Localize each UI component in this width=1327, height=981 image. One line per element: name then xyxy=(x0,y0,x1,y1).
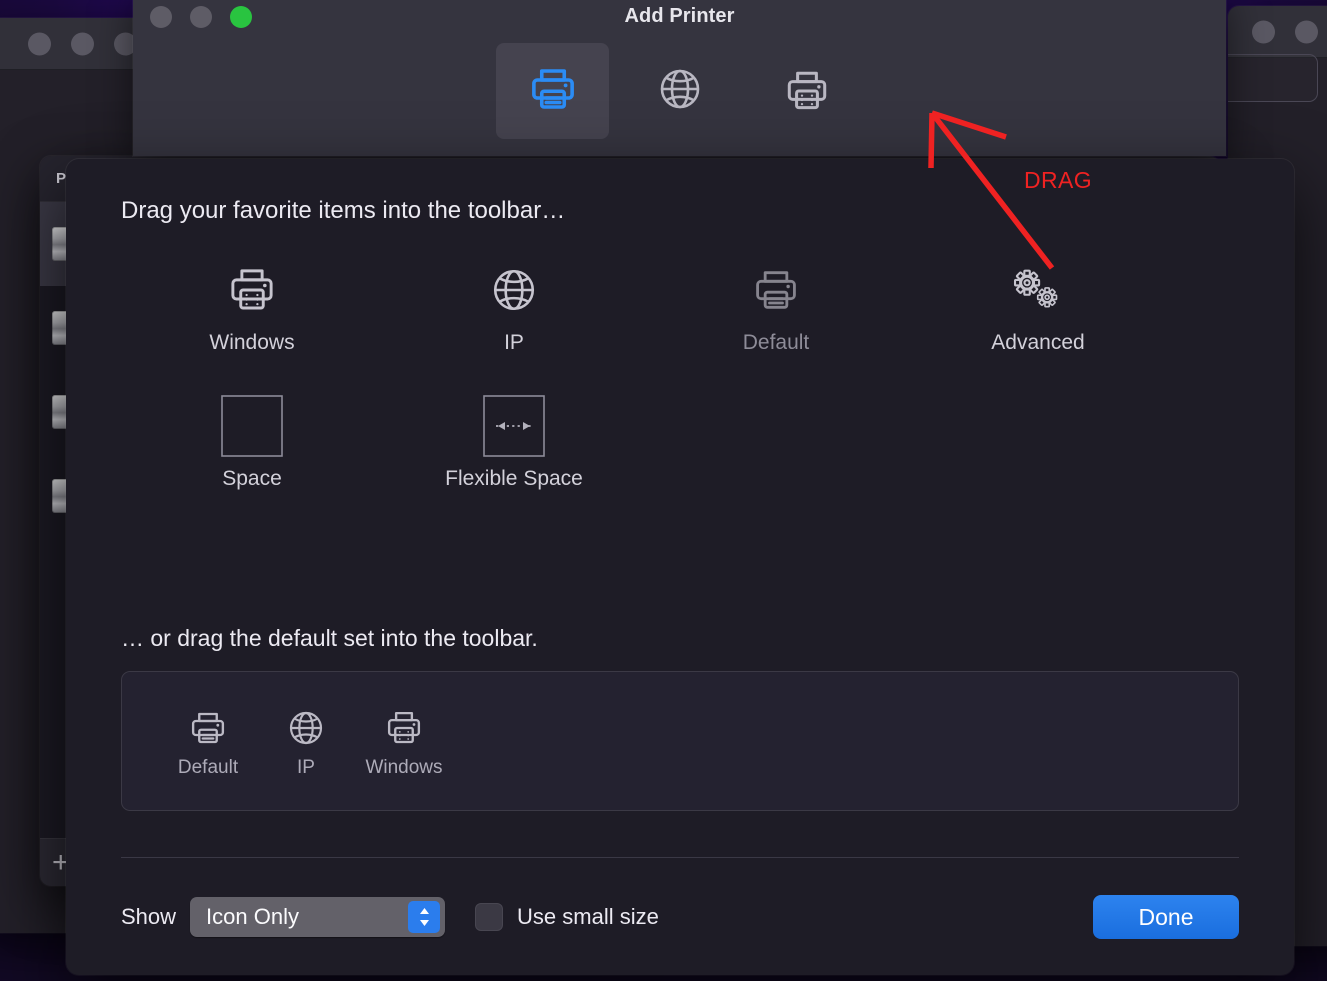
windows-printer-icon xyxy=(225,259,279,321)
gears-icon xyxy=(1007,259,1069,321)
window-toolbar[interactable] xyxy=(133,43,1226,139)
sheet-subheading: … or drag the default set into the toolb… xyxy=(121,625,538,651)
palette-item-label: Flexible Space xyxy=(445,467,583,490)
palette-item-label: Space xyxy=(222,467,282,490)
background-window-right-titlebar xyxy=(1228,6,1327,58)
screen: P + Add Printer Drag your favorite items… xyxy=(0,0,1327,981)
close-dot-icon[interactable] xyxy=(28,32,51,55)
printer-icon xyxy=(526,62,580,121)
palette-item-space[interactable]: Space xyxy=(121,387,383,491)
minimize-dot-icon[interactable] xyxy=(71,32,94,55)
palette-item-default[interactable]: Default xyxy=(645,251,907,355)
default-set-item-ip[interactable]: IP xyxy=(262,703,350,779)
printer-icon xyxy=(187,703,229,753)
background-search-field[interactable] xyxy=(1228,54,1318,102)
chevron-up-down-icon[interactable] xyxy=(408,901,441,933)
palette-item-advanced[interactable]: Advanced xyxy=(907,251,1169,355)
default-set-item-label: Default xyxy=(177,757,239,778)
palette-item-label: Advanced xyxy=(991,331,1085,354)
use-small-size-checkbox[interactable] xyxy=(475,903,504,931)
palette-item-label: Windows xyxy=(209,331,295,354)
close-dot-icon[interactable] xyxy=(1252,20,1275,43)
toolbar-item-windows[interactable] xyxy=(750,43,863,139)
printer-icon xyxy=(750,259,802,321)
done-button[interactable]: Done xyxy=(1093,895,1239,939)
add-printer-window: Add Printer xyxy=(133,0,1226,156)
customize-toolbar-sheet: Drag your favorite items into the toolba… xyxy=(66,159,1294,975)
palette-item-flexible-space[interactable]: Flexible Space xyxy=(383,387,645,491)
default-set-item-default[interactable]: Default xyxy=(164,703,252,779)
toolbar-item-default[interactable] xyxy=(496,43,609,139)
minimize-dot-icon[interactable] xyxy=(1295,20,1318,43)
windows-printer-icon xyxy=(383,703,425,753)
globe-icon xyxy=(656,65,704,118)
space-icon xyxy=(221,395,283,457)
default-set-item-windows[interactable]: Windows xyxy=(360,703,448,779)
show-popup-value: Icon Only xyxy=(206,904,299,929)
palette-item-label: Default xyxy=(742,331,810,354)
default-set-well[interactable]: Default IP Windows xyxy=(121,671,1239,811)
default-set-item-label: IP xyxy=(297,757,315,778)
toolbar-item-ip[interactable] xyxy=(623,43,736,139)
traffic-lights-background-left xyxy=(28,32,137,55)
palette-item-label: IP xyxy=(504,331,524,354)
globe-icon xyxy=(286,703,326,753)
toolbar-item-palette: Windows IP Default Advanced Space Flexib… xyxy=(121,251,1254,491)
drag-annotation-label: DRAG xyxy=(1024,167,1093,193)
globe-icon xyxy=(489,259,539,321)
default-set-item-label: Windows xyxy=(365,757,443,778)
use-small-size-label: Use small size xyxy=(517,904,659,929)
show-popup-button[interactable]: Icon Only xyxy=(190,897,446,937)
palette-item-ip[interactable]: IP xyxy=(383,251,645,355)
sheet-footer: Show Icon Only Use small size Done xyxy=(121,885,1239,949)
show-label: Show xyxy=(121,904,177,929)
flexible-space-icon xyxy=(483,395,545,457)
palette-item-windows[interactable]: Windows xyxy=(121,251,383,355)
traffic-lights-background-right xyxy=(1252,20,1318,43)
windows-printer-icon xyxy=(787,71,826,110)
window-title: Add Printer xyxy=(624,5,735,27)
footer-divider xyxy=(121,857,1239,858)
sheet-heading: Drag your favorite items into the toolba… xyxy=(121,197,566,224)
